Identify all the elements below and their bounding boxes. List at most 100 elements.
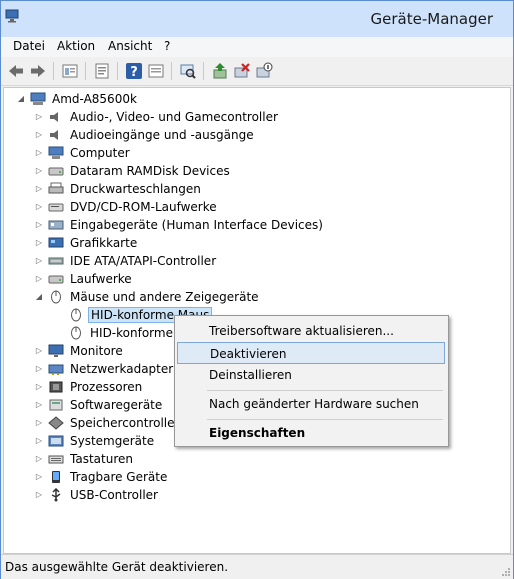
tree-category-18[interactable]: ▷ Tastaturen [34,450,135,467]
tree-category-2[interactable]: ▷ Audioeingänge und -ausgänge [34,126,256,143]
expand-arrow-icon[interactable]: ▷ [34,238,44,248]
expand-arrow-icon[interactable]: ▷ [34,382,44,392]
tree-item-hid-mouse-2[interactable]: HID-konforme M [64,324,189,341]
disk-drive-icon [48,275,64,283]
dvd-drive-icon [48,203,64,211]
tree-category-label: Netzwerkadapter [70,361,174,376]
tree-category-label: Dataram RAMDisk Devices [70,163,230,178]
tree-category-3[interactable]: ▷ Computer [34,144,132,161]
tree-category-label: Speichercontroller [70,415,180,430]
expand-arrow-icon[interactable]: ▷ [34,346,44,356]
toolbar-separator [171,62,172,80]
collapse-arrow-icon[interactable]: ◢ [34,292,44,302]
ctx-properties[interactable]: Eigenschaften [177,422,445,444]
tree-category-label: Monitore [70,343,123,358]
context-menu: Treibersoftware aktualisieren... Deaktiv… [174,315,449,447]
software-device-icon [49,399,63,410]
printer-icon [48,182,64,193]
disk-drive-icon [48,167,64,175]
tree-category-8[interactable]: ▷ Grafikkarte [34,234,139,251]
status-text: Das ausgewählte Gerät deaktivieren. [5,560,229,574]
tree-category-4[interactable]: ▷ Dataram RAMDisk Devices [34,162,232,179]
ctx-uninstall[interactable]: Deinstallieren [177,364,445,386]
expand-arrow-icon[interactable]: ▷ [34,184,44,194]
expand-arrow-icon[interactable]: ▷ [34,148,44,158]
device-manager-window: Geräte-Manager Datei Aktion Ansicht ? ? … [0,0,514,579]
tree-category-label: Systemgeräte [70,433,155,448]
expand-arrow-icon[interactable]: ▷ [34,490,44,500]
toolbar-separator [203,62,204,80]
tree-category-label: Laufwerke [70,271,132,286]
properties-icon[interactable] [93,62,111,80]
tree-category-label: DVD/CD-ROM-Laufwerke [70,199,217,214]
tree-category-1[interactable]: ▷ Audio-, Video- und Gamecontroller [34,108,280,125]
tree-category-9[interactable]: ▷ IDE ATA/ATAPI-Controller [34,252,218,269]
expand-arrow-icon[interactable]: ▷ [34,274,44,284]
expand-arrow-icon[interactable]: ▷ [34,472,44,482]
computer-icon [48,146,64,159]
expand-arrow-icon[interactable]: ▷ [34,364,44,374]
tree-category-11[interactable]: ◢ Mäuse und andere Zeigegeräte [34,288,261,305]
update-driver-icon[interactable] [211,62,229,80]
computer-icon [30,92,46,105]
expand-arrow-icon[interactable]: ▷ [34,418,44,428]
keyboard-icon [48,455,64,463]
expand-arrow-icon[interactable]: ▷ [34,202,44,212]
tree-category-5[interactable]: ▷ Druckwarteschlangen [34,180,203,197]
tree-category-7[interactable]: ▷ Eingabegeräte (Human Interface Devices) [34,216,325,233]
expand-arrow-icon[interactable]: ▷ [34,400,44,410]
menu-action[interactable]: Aktion [57,39,95,53]
expand-arrow-icon[interactable]: ▷ [34,454,44,464]
tree-category-15[interactable]: ▷ Softwaregeräte [34,396,164,413]
expand-arrow-icon[interactable]: ▷ [34,112,44,122]
toolbar-separator [53,62,54,80]
menu-separator [207,390,443,391]
tree-root[interactable]: ◢ Amd-A85600k [16,90,139,107]
tree-category-19[interactable]: ▷ Tragbare Geräte [34,468,169,485]
speaker-icon [50,129,58,140]
tree-category-20[interactable]: ▷ USB-Controller [34,486,160,503]
show-hidden-icon[interactable] [147,62,165,80]
uninstall-device-icon[interactable] [233,62,251,80]
ctx-scan-hardware[interactable]: Nach geänderter Hardware suchen [177,393,445,415]
expand-arrow-icon[interactable]: ▷ [34,436,44,446]
mouse-icon [71,308,81,321]
menu-help[interactable]: ? [164,39,170,53]
forward-arrow-icon[interactable] [29,62,47,80]
window-title: Geräte-Manager [370,10,493,28]
network-adapter-icon [48,364,64,375]
back-arrow-icon[interactable] [7,62,25,80]
svg-text:?: ? [130,65,138,80]
tree-category-10[interactable]: ▷ Laufwerke [34,270,134,287]
expand-arrow-icon[interactable]: ▷ [34,166,44,176]
expand-arrow-icon[interactable]: ▷ [34,220,44,230]
up-level-icon[interactable] [61,62,79,80]
collapse-arrow-icon[interactable]: ◢ [16,94,26,104]
portable-device-icon [52,470,60,483]
tree-category-13[interactable]: ▷ Netzwerkadapter [34,360,175,377]
disable-device-icon[interactable] [255,62,273,80]
system-device-icon [48,435,64,446]
mouse-icon [71,326,81,339]
title-bar[interactable]: Geräte-Manager [1,1,513,37]
ctx-disable[interactable]: Deaktivieren [177,342,445,364]
tree-category-6[interactable]: ▷ DVD/CD-ROM-Laufwerke [34,198,219,215]
tree-category-label: Mäuse und andere Zeigegeräte [70,289,259,304]
usb-icon [51,487,61,501]
menu-view[interactable]: Ansicht [108,39,152,53]
tree-category-12[interactable]: ▷ Monitore [34,342,125,359]
resize-grip-icon[interactable] [501,567,511,577]
tree-category-17[interactable]: ▷ Systemgeräte [34,432,156,449]
expand-arrow-icon[interactable]: ▷ [34,130,44,140]
scan-hardware-icon[interactable] [179,62,197,80]
menu-file[interactable]: Datei [13,39,45,53]
expand-arrow-icon[interactable]: ▷ [34,256,44,266]
tree-category-label: Computer [70,145,130,160]
tree-category-label: Softwaregeräte [70,397,163,412]
storage-controller-icon [48,415,64,430]
tree-category-16[interactable]: ▷ Speichercontroller [34,414,181,431]
ctx-update-driver[interactable]: Treibersoftware aktualisieren... [177,320,445,342]
ide-controller-icon [48,257,64,264]
tree-category-14[interactable]: ▷ Prozessoren [34,378,144,395]
help-icon[interactable]: ? [125,62,143,80]
